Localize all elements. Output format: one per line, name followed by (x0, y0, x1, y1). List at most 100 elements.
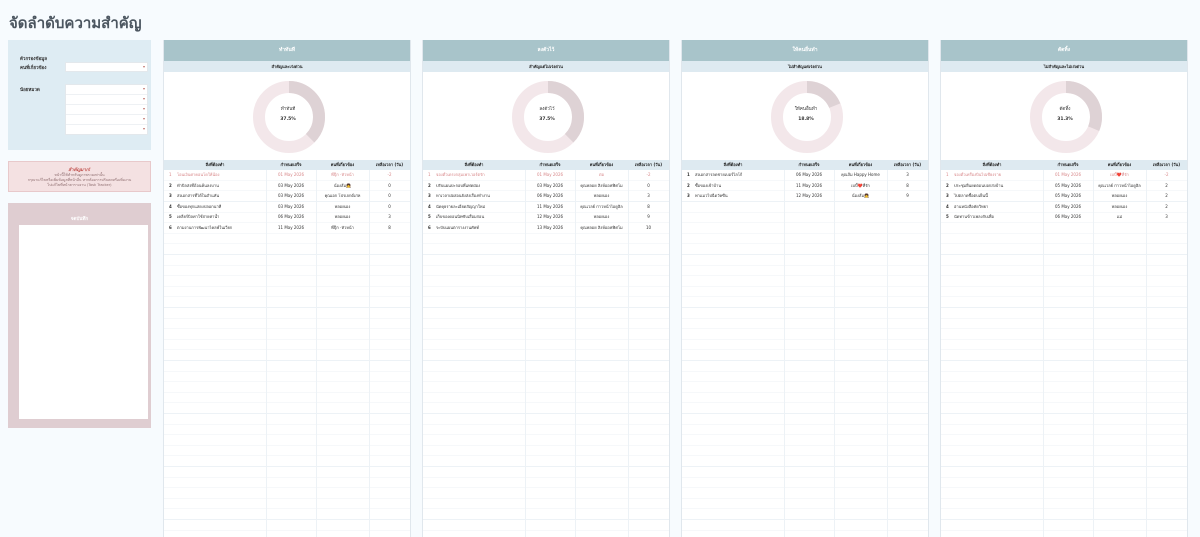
table-row[interactable]: 5 นัดทานข้าวเพลงกับเพื่อ 06 May 2026 แม่ … (941, 212, 1187, 223)
table-row[interactable]: 3 หาเวลาฝอสอนยังส่งเรื่องทำงาน 06 May 202… (423, 191, 669, 202)
table-row[interactable]: 4 นัดคุยรายละเอียดสัญญาใหม่ 11 May 2026 ค… (423, 202, 669, 213)
header-days-left: เหลือเวลา (วัน) (1152, 162, 1181, 167)
donut-percent: 31.3% (1057, 117, 1073, 122)
header-due-date: กำหนดเสร็จ (1057, 162, 1079, 167)
table-row[interactable]: 4 ซื้อของทุกแสดงปลอกนาที 03 May 2026 พลอย… (164, 202, 410, 213)
task-name: ส่งเอกสารลดชายเบอร์ไลโก้ (695, 172, 743, 177)
person-filter-row[interactable]: ▾ (66, 63, 147, 72)
task-due-date: 05 May 2026 (1054, 182, 1082, 188)
task-number: 3 (687, 193, 690, 199)
column-title: ตัดทิ้ง (941, 40, 1187, 61)
task-number: 1 (946, 172, 949, 177)
task-table: 1 โอนเงินค่าคอนโดให้น้อง 01 May 2026 พี่ป… (164, 170, 410, 537)
person-filter-select[interactable]: ▾ (65, 62, 148, 72)
table-row[interactable]: 2 ประชุมยืนยดตอนบอกส่งบ้าน 05 May 2026 คุ… (941, 181, 1187, 192)
task-table: 1 ส่งเอกสารลดชายเบอร์ไลโก้ 06 May 2026 คุ… (682, 170, 928, 537)
task-person: คุณเวลย์ ก่าวหน้าไอดูฮิล (1098, 182, 1141, 188)
page-title: จัดลำดับความสำคัญ (9, 14, 142, 32)
task-name-cell: 3 ไปตลาดซื้อตบเย็นนี้ (941, 191, 1043, 202)
table-row[interactable]: 3 พาแมวไปฉีดวัคซีน 12 May 2026 น้องส้ม👧 9 (682, 191, 928, 202)
column-title: ทำทันที (164, 40, 410, 61)
task-name: ส่งเอกสารที่ได้ในตำแหัน (177, 193, 220, 199)
chevron-down-icon: ▾ (142, 64, 145, 69)
task-name: ประชุมยืนยดตอนบอกส่งบ้าน (954, 182, 1004, 188)
column-schedule: ลงตัวไว้ สำคัญแต่ไม่เร่งด่วน ลงตัวไว้ 37… (422, 40, 670, 537)
table-row[interactable]: 5 เก็บของดอนนิทซับเสื่อมก่อน 12 May 2026 … (423, 212, 669, 223)
filter-title: ตัวกรองข้อมูล (20, 57, 47, 62)
memo-textarea[interactable] (19, 225, 148, 419)
task-name: ระบับแผนตารางงานศัพท์ (436, 224, 479, 230)
table-row[interactable]: 2 ทำบิลส่งที่ถ้อนค้นลงบาน 03 May 2026 น้อ… (164, 181, 410, 192)
task-person: คุณส้ม Happy Home (841, 172, 880, 177)
table-row[interactable]: 1 ส่งเอกสารลดชายเบอร์ไลโก้ 06 May 2026 คุ… (682, 170, 928, 181)
status-filter-row[interactable]: ▾ (66, 125, 147, 134)
task-name: นัดทานข้าวเพลงกับเพื่อ (954, 214, 994, 220)
task-name-cell: 2 ทำบิลส่งที่ถ้อนค้นลงบาน (164, 181, 266, 192)
table-header: สิ่งที่ต้องทำ กำหนดเสร็จ คนที่เกี่ยวข้อง… (941, 160, 1187, 170)
donut-percent: 18.8% (798, 117, 814, 122)
task-name: เคลียร์บิลค่าใช้จ่ายค่าน้ำ (177, 214, 220, 220)
header-due-date: กำหนดเสร็จ (539, 162, 561, 167)
task-name-cell: 5 เคลียร์บิลค่าใช้จ่ายค่าน้ำ (164, 212, 266, 223)
table-row[interactable]: 4 อ่านหนังสือคัดวิทยา 05 May 2026 พลอยเอง… (941, 202, 1187, 213)
table-row[interactable]: 6 ระบับแผนตารางงานศัพท์ 13 May 2026 คุณพล… (423, 223, 669, 234)
chevron-down-icon: ▾ (142, 96, 145, 101)
task-days-left: 10 (645, 224, 652, 230)
task-person: พี่ปุ๊ก ·หัวหน้า (331, 224, 354, 230)
task-name-cell: 4 ซื้อของทุกแสดงปลอกนาที (164, 202, 266, 213)
header-days-left: เหลือเวลา (วัน) (634, 162, 663, 167)
task-due-date: 01 May 2026 (1054, 172, 1082, 177)
memo-title: จดบันทึก (70, 217, 89, 222)
task-due-date: 06 May 2026 (536, 193, 564, 199)
task-days-left: 0 (388, 193, 391, 199)
status-filter-row[interactable]: ▾ (66, 105, 147, 115)
task-number: 2 (946, 182, 949, 188)
task-name: ซื้อของทุกแสดงปลอกนาที (177, 203, 222, 209)
task-due-date: 11 May 2026 (536, 203, 564, 209)
header-days-left: เหลือเวลา (วัน) (375, 162, 404, 167)
task-name: ตามงานการพัฒนาไคลพ์ในเวียก (177, 224, 233, 230)
table-row[interactable]: 5 เคลียร์บิลค่าใช้จ่ายค่าน้ำ 06 May 2026 … (164, 212, 410, 223)
task-name: ปรับแผนปะกอบพี่แท่ดฝ่อง (436, 182, 481, 188)
memo-panel: จดบันทึก (8, 203, 151, 428)
table-row[interactable]: 2 ปรับแผนปะกอบพี่แท่ดฝ่อง 03 May 2026 คุณ… (423, 181, 669, 192)
note-box: สำคัญมาก! หน้านี้ใช้สำหรับดูภาพรวมเท่านั… (8, 161, 151, 192)
task-person: คุณพลอย สิงห์ออฟฟิศโม (580, 182, 623, 188)
task-days-left: 3 (647, 193, 650, 199)
task-due-date: 03 May 2026 (277, 203, 305, 209)
status-filter-row[interactable]: ▾ (66, 85, 147, 95)
task-days-left: 8 (388, 224, 391, 230)
status-filter-row[interactable]: ▾ (66, 95, 147, 105)
chevron-down-icon: ▾ (142, 86, 145, 91)
header-person: คนที่เกี่ยวข้อง (1107, 162, 1132, 167)
task-number: 3 (946, 193, 949, 199)
status-filter-row[interactable]: ▾ (66, 115, 147, 125)
header-due-date: กำหนดเสร็จ (798, 162, 820, 167)
donut-percent: 37.5% (280, 117, 296, 122)
header-task: สิ่งที่ต้องทำ (723, 162, 743, 167)
task-person: คุณเวลย์ ก่าวหน้าไอดูฮิล (580, 203, 623, 209)
table-row[interactable]: 1 จองตั๋วเครื่องบินไปเชียงราย 01 May 2026… (941, 170, 1187, 181)
task-number: 4 (946, 203, 949, 209)
task-person: พลอยเอง (593, 193, 610, 199)
table-row[interactable]: 3 ส่งเอกสารที่ได้ในตำแหัน 03 May 2026 คุณ… (164, 191, 410, 202)
grid-line (1093, 170, 1094, 537)
table-row[interactable]: 3 ไปตลาดซื้อตบเย็นนี้ 05 May 2026 พลอยเอง… (941, 191, 1187, 202)
table-row[interactable]: 2 ซื้อของเข้าบ้าน 11 May 2026 เบบี้❤️ที่ร… (682, 181, 928, 192)
table-row[interactable]: 1 จองตั๋วเดรงกลุ่มเพาเวอร์ตรัก 01 May 202… (423, 170, 669, 181)
task-days-left: 3 (1165, 214, 1168, 220)
column-eliminate: ตัดทิ้ง ไม่สำคัญและไม่เร่งด่วน ตัดทิ้ง 3… (940, 40, 1188, 537)
task-due-date: 01 May 2026 (536, 172, 564, 177)
table-row[interactable]: 6 ตามงานการพัฒนาไคลพ์ในเวียก 11 May 2026 … (164, 223, 410, 234)
task-name-cell: 3 หาเวลาฝอสอนยังส่งเรื่องทำงาน (423, 191, 525, 202)
status-filter-list[interactable]: ▾ ▾ ▾ ▾ ▾ (65, 84, 148, 135)
grid-line (887, 170, 888, 537)
task-person: คุณเอก โปรเจกต์เก่ห (324, 193, 361, 199)
task-name: นัดคุยรายละเอียดสัญญาใหม่ (436, 203, 486, 209)
column-subtitle: ไม่สำคัญแต่เร่งด่วน (682, 61, 928, 72)
donut-label: ให้คนอื่นทำ (794, 107, 818, 112)
task-days-left: 3 (388, 214, 391, 220)
chevron-down-icon: ▾ (142, 116, 145, 121)
table-row[interactable]: 1 โอนเงินค่าคอนโดให้น้อง 01 May 2026 พี่ป… (164, 170, 410, 181)
task-name: จองตั๋วเดรงกลุ่มเพาเวอร์ตรัก (436, 172, 485, 177)
